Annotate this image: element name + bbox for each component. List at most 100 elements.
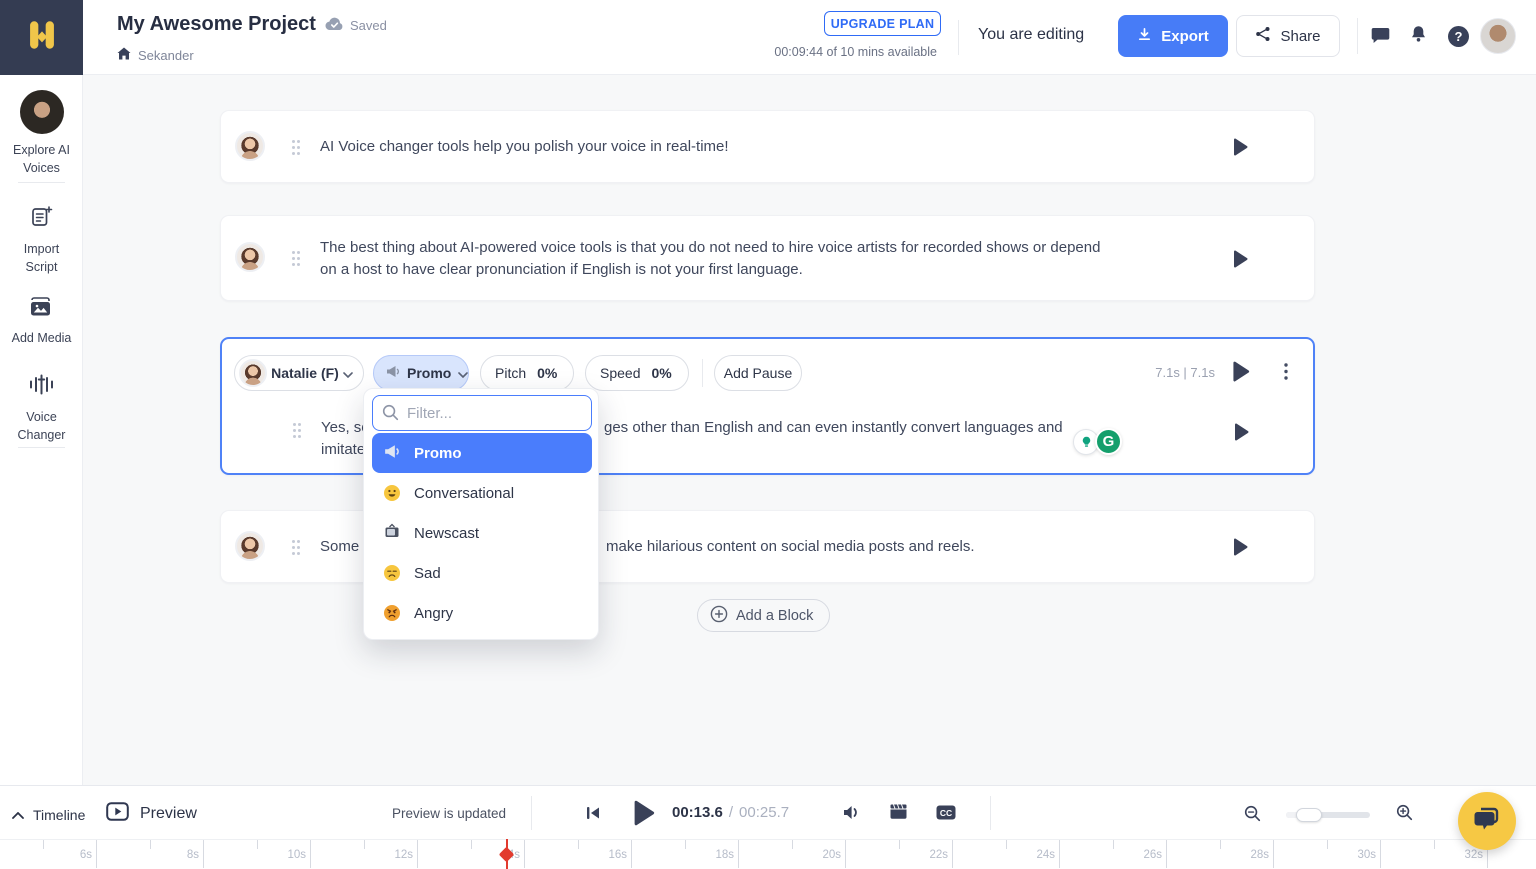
help-icon[interactable]: ? — [1448, 26, 1469, 47]
timeline-toggle-label: Timeline — [33, 807, 85, 823]
ruler-label: 10s — [268, 849, 306, 861]
dropdown-option-conversational[interactable]: Conversational — [372, 473, 592, 513]
add-pause-button[interactable]: Add Pause — [714, 355, 802, 391]
support-chat-button[interactable] — [1458, 792, 1516, 850]
breadcrumb[interactable]: Sekander — [117, 47, 194, 63]
bottom-bar: Timeline Preview Preview is updated 00:1… — [0, 785, 1536, 869]
timeline-playhead[interactable] — [506, 839, 508, 869]
block-text-fragment[interactable]: imitate — [321, 439, 365, 461]
voice-select-pill[interactable]: Natalie (F) — [234, 355, 364, 391]
share-button-label: Share — [1280, 28, 1320, 45]
drag-handle-icon[interactable] — [291, 139, 301, 161]
script-block-2[interactable]: The best thing about AI-powered voice to… — [220, 215, 1315, 301]
dropdown-option-label: Angry — [414, 605, 453, 622]
block-play-button[interactable] — [1233, 250, 1248, 273]
style-filter-field[interactable] — [372, 395, 592, 431]
add-pause-label: Add Pause — [724, 365, 793, 381]
preview-tab[interactable]: Preview — [106, 802, 197, 826]
volume-icon[interactable] — [842, 804, 861, 826]
ruler-major-tick — [738, 840, 739, 868]
block-text[interactable]: AI Voice changer tools help you polish y… — [320, 136, 729, 158]
timeline-zoom-slider[interactable] — [1286, 812, 1370, 818]
drag-handle-icon[interactable] — [291, 250, 301, 272]
block-text-fragment[interactable]: Some — [320, 536, 359, 558]
smiley-face-icon — [384, 485, 400, 501]
block-play-button[interactable] — [1232, 361, 1250, 387]
dropdown-option-newscast[interactable]: Newscast — [372, 513, 592, 553]
voice-avatar[interactable] — [235, 531, 265, 561]
voice-avatar[interactable] — [235, 131, 265, 161]
notifications-bell-icon[interactable] — [1410, 25, 1427, 43]
save-status: Saved — [325, 17, 387, 34]
pitch-label: Pitch — [495, 365, 526, 381]
sidebar-item-import-script[interactable]: Import Script — [0, 205, 83, 276]
block-text-fragment[interactable]: make hilarious content on social media p… — [606, 536, 975, 558]
sidebar-item-explore-ai-voices[interactable]: Explore AI Voices — [0, 90, 83, 177]
block-text-fragment[interactable]: ges other than English and can even inst… — [604, 417, 1063, 439]
ruler-minor-tick — [471, 840, 472, 849]
upgrade-plan-button[interactable]: UPGRADE PLAN — [824, 11, 941, 36]
sidebar-divider — [18, 182, 65, 183]
user-avatar[interactable] — [1480, 18, 1516, 54]
script-block-1[interactable]: AI Voice changer tools help you polish y… — [220, 110, 1315, 183]
page-title[interactable]: My Awesome Project — [117, 13, 316, 36]
save-status-label: Saved — [350, 18, 387, 33]
block-text[interactable]: The best thing about AI-powered voice to… — [320, 237, 1110, 281]
block-play-button[interactable] — [1233, 538, 1248, 561]
skip-to-start-icon[interactable] — [585, 805, 601, 826]
grammarly-icon[interactable]: G — [1095, 428, 1122, 455]
sidebar-divider-2 — [18, 447, 65, 448]
ruler-label: 32s — [1445, 849, 1483, 861]
ruler-major-tick — [417, 840, 418, 868]
sidebar-item-voice-changer[interactable]: Voice Changer — [0, 373, 83, 444]
sidebar-item-add-media[interactable]: Add Media — [0, 297, 83, 347]
toolbar-divider — [702, 359, 703, 387]
chat-bubbles-icon — [1472, 805, 1502, 838]
drag-handle-icon[interactable] — [291, 539, 301, 561]
captions-cc-icon[interactable]: CC — [936, 805, 956, 825]
header-divider — [958, 20, 959, 55]
timeline-zoom-slider-handle[interactable] — [1296, 808, 1322, 822]
block-play-button[interactable] — [1233, 138, 1248, 161]
timeline-ruler[interactable]: 6s8s10s12s14s16s18s20s22s24s26s28s30s32s — [0, 839, 1536, 869]
block-play-button[interactable] — [1234, 423, 1249, 446]
sidebar-item-label: Add Media — [7, 329, 77, 347]
ruler-major-tick — [310, 840, 311, 868]
ruler-major-tick — [1380, 840, 1381, 868]
playback-play-button[interactable] — [633, 800, 655, 831]
pitch-control-pill[interactable]: Pitch 0% — [480, 355, 574, 391]
plus-circle-icon — [710, 605, 728, 627]
style-filter-input[interactable] — [372, 395, 592, 431]
dropdown-option-sad[interactable]: Sad — [372, 553, 592, 593]
voice-avatar[interactable] — [235, 242, 265, 272]
voice-changer-icon — [28, 373, 55, 401]
export-button-label: Export — [1161, 28, 1209, 45]
dropdown-option-label: Newscast — [414, 525, 479, 542]
speed-control-pill[interactable]: Speed 0% — [585, 355, 689, 391]
add-block-button[interactable]: Add a Block — [697, 599, 830, 632]
murf-logo[interactable] — [0, 0, 83, 75]
drag-handle-icon[interactable] — [292, 422, 302, 444]
feedback-chat-icon[interactable] — [1371, 27, 1390, 44]
scenes-film-icon[interactable] — [889, 803, 908, 825]
dropdown-option-label: Promo — [414, 445, 462, 462]
preview-tab-label: Preview — [140, 805, 197, 823]
dropdown-option-promo[interactable]: Promo — [372, 433, 592, 473]
left-sidebar: Explore AI Voices Import Script Add Medi… — [0, 75, 83, 785]
block-menu-kebab-icon[interactable] — [1284, 363, 1288, 385]
ruler-major-tick — [952, 840, 953, 868]
zoom-in-icon[interactable] — [1396, 804, 1413, 826]
export-button[interactable]: Export — [1118, 15, 1228, 57]
top-header: My Awesome Project Saved Sekander UPGRAD… — [0, 0, 1536, 75]
chevron-down-icon — [458, 365, 468, 381]
style-select-pill[interactable]: Promo — [373, 355, 469, 391]
share-button[interactable]: Share — [1236, 15, 1340, 57]
timeline-toggle[interactable]: Timeline — [12, 806, 85, 824]
ruler-minor-tick — [257, 840, 258, 849]
sidebar-item-label: Import Script — [12, 240, 72, 276]
svg-text:CC: CC — [940, 808, 952, 818]
zoom-out-icon[interactable] — [1244, 805, 1261, 827]
voice-avatar — [239, 359, 267, 387]
dropdown-option-angry[interactable]: Angry — [372, 593, 592, 633]
add-block-label: Add a Block — [736, 608, 813, 624]
